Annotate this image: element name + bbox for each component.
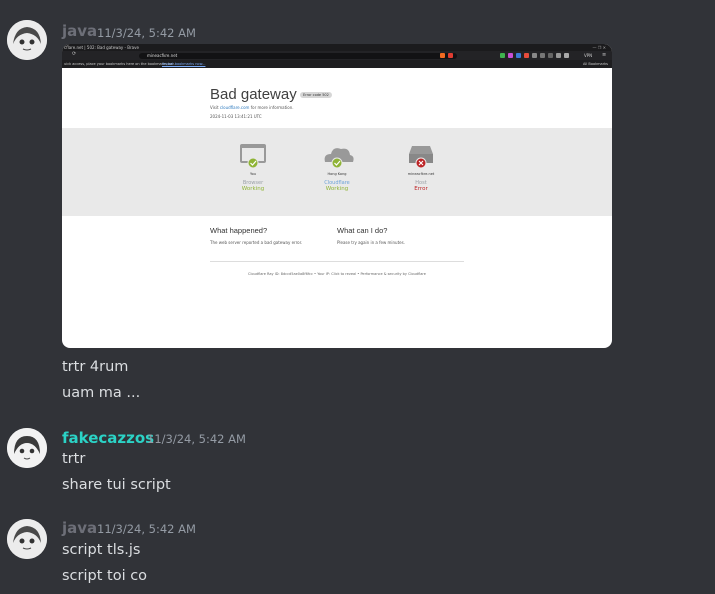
avatar-image [7, 20, 47, 60]
avatar[interactable] [7, 519, 47, 559]
status-value: Error [414, 186, 428, 192]
browser-icon [233, 142, 273, 172]
extension-icon[interactable] [548, 53, 553, 58]
what-happened-text: The web server reported a bad gateway er… [210, 240, 303, 245]
message-timestamp: 11/3/24, 5:42 AM [97, 522, 196, 536]
error-timestamp: 2024-11-03 13:41:21 UTC [210, 114, 262, 119]
visit-prefix: Visit [210, 105, 219, 110]
username[interactable]: java [62, 22, 97, 40]
extension-icon[interactable] [516, 53, 521, 58]
status-value: Working [241, 186, 265, 192]
avatar[interactable] [7, 428, 47, 468]
address-bar[interactable]: mineacfkre.net [139, 52, 457, 59]
message-text: script toi co [62, 568, 148, 584]
extension-icon[interactable] [524, 53, 529, 58]
what-happened-heading: What happened? [210, 226, 268, 235]
extension-icon[interactable] [532, 53, 537, 58]
vpn-button[interactable]: VPN [584, 51, 592, 60]
extension-icon[interactable] [508, 53, 513, 58]
visit-info: Visit cloudflare.com for more informatio… [210, 105, 294, 110]
message-text: script tls.js [62, 542, 141, 558]
browser-tab-title: cflare.net | 502: Bad gateway - Brave [64, 45, 139, 50]
address-url: mineacfkre.net [147, 52, 178, 58]
status-panel: You Browser Working Hong Kong Cloudflare… [62, 128, 612, 216]
error-code-badge: Error code 502 [300, 92, 332, 98]
cloudflare-link[interactable]: cloudflare.com [220, 105, 250, 110]
what-can-i-do-heading: What can I do? [337, 226, 388, 235]
status-column-cloudflare: Hong Kong Cloudflare Working [307, 142, 367, 192]
all-bookmarks-button[interactable]: All Bookmarks [583, 60, 608, 68]
message-timestamp: 11/3/24, 5:42 AM [147, 432, 246, 446]
brave-shield-icon[interactable] [440, 53, 445, 58]
what-can-i-do-text: Please try again in a few minutes. [337, 240, 405, 245]
reload-icon[interactable]: ⟳ [72, 51, 76, 57]
window-controls: — ❐ ✕ [592, 45, 606, 50]
visit-suffix: for more information. [250, 105, 294, 110]
server-icon [401, 142, 441, 172]
browser-title-bar: cflare.net | 502: Bad gateway - Brave — … [62, 44, 612, 51]
extension-icon[interactable] [540, 53, 545, 58]
import-bookmarks-link[interactable]: Import bookmarks now... [162, 60, 205, 68]
message-text: trtr 4rum [62, 359, 129, 375]
cloud-icon [317, 142, 357, 172]
status-name: Hong Kong [327, 172, 347, 176]
cloudflare-footer: Cloudflare Ray ID: 8dccd5ae0a8f6fcc • Yo… [248, 272, 426, 276]
avatar-image [7, 519, 47, 559]
message-text: trtr [62, 451, 86, 467]
brave-rewards-icon[interactable] [448, 53, 453, 58]
status-name: mineacfkre.net [407, 172, 435, 176]
bookmarks-hint: uick access, place your bookmarks here o… [64, 62, 175, 66]
menu-icon[interactable]: ≡ [602, 51, 606, 60]
browser-toolbar: ⟳ mineacfkre.net VPN ≡ [62, 51, 612, 60]
attached-screenshot[interactable]: cflare.net | 502: Bad gateway - Brave — … [62, 44, 612, 348]
message-text: uam ma ... [62, 385, 141, 401]
status-column-host: mineacfkre.net Host Error [391, 142, 451, 192]
username[interactable]: fakecazzos [62, 429, 154, 447]
avatar[interactable] [7, 20, 47, 60]
status-name: You [249, 172, 257, 176]
extension-icon[interactable] [564, 53, 569, 58]
status-column-browser: You Browser Working [223, 142, 283, 192]
error-title: Bad gateway [210, 86, 297, 103]
status-value: Working [325, 186, 349, 192]
message-text: share tui script [62, 477, 171, 493]
message-timestamp: 11/3/24, 5:42 AM [97, 26, 196, 40]
username[interactable]: java [62, 519, 97, 537]
extension-icon[interactable] [556, 53, 561, 58]
bookmarks-bar: uick access, place your bookmarks here o… [62, 60, 612, 68]
avatar-image [7, 428, 47, 468]
extension-icon[interactable] [500, 53, 505, 58]
divider [210, 261, 464, 262]
